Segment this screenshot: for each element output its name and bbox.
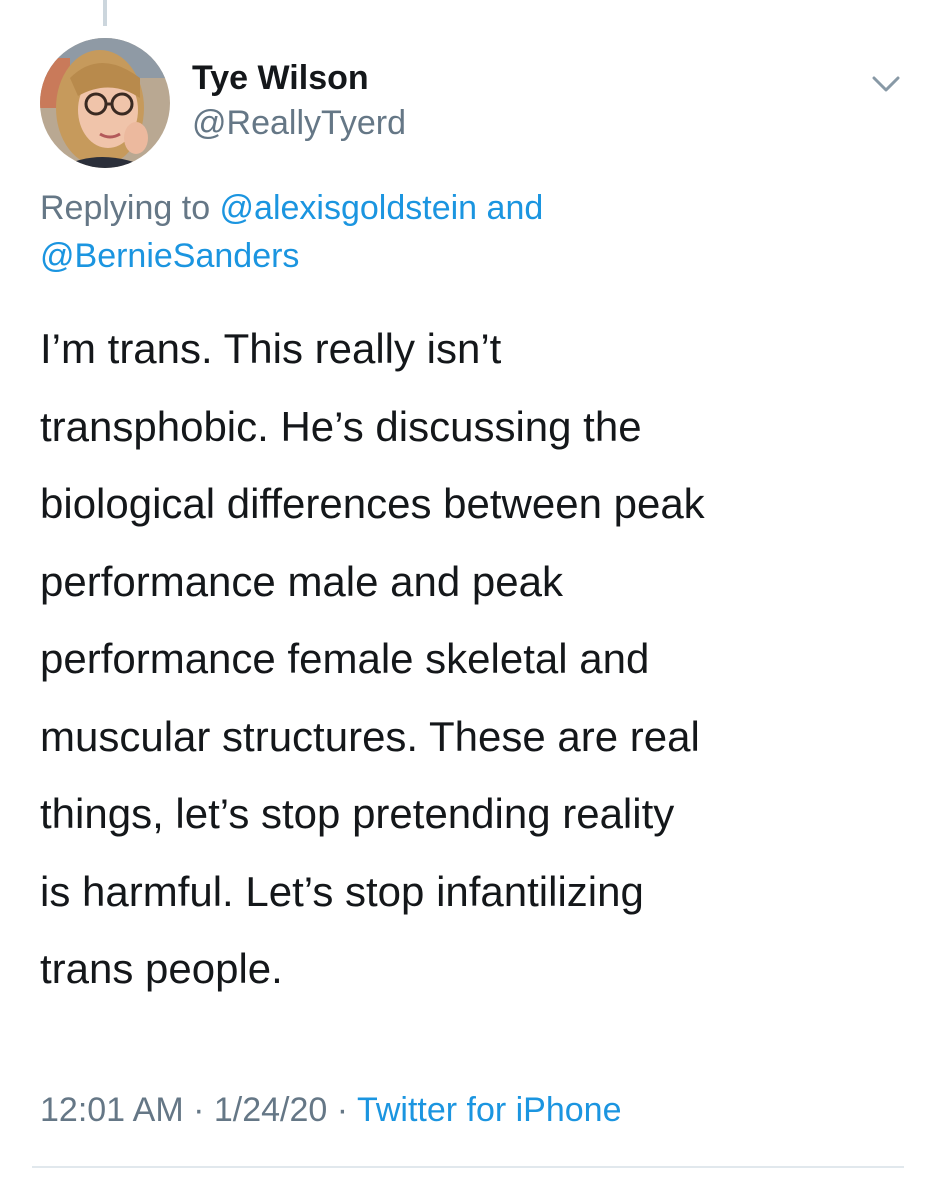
replying-connector: and (477, 189, 544, 227)
thread-connector-line (103, 0, 107, 26)
tweet-text-line: biological differences between peak (40, 480, 705, 527)
mention-link[interactable]: @BernieSanders (40, 237, 299, 275)
tweet-text-line: muscular structures. These are real (40, 712, 700, 760)
tweet-source-link[interactable]: Twitter for iPhone (357, 1091, 622, 1129)
chevron-down-icon[interactable] (864, 70, 908, 100)
author-display-name[interactable]: Tye Wilson (192, 58, 369, 98)
avatar-photo (40, 38, 170, 168)
replying-prefix: Replying to (40, 189, 220, 227)
tweet-text-line: transphobic. He’s discussing the (40, 402, 642, 450)
tweet-date[interactable]: 1/24/20 (214, 1091, 327, 1129)
avatar[interactable] (40, 38, 170, 168)
meta-separator: · (183, 1091, 214, 1129)
tweet-metadata: 12:01 AM · 1/24/20 · Twitter for iPhone (40, 1088, 622, 1132)
replying-to: Replying to @alexisgoldstein and @Bernie… (40, 184, 900, 280)
mention-link[interactable]: @alexisgoldstein (220, 189, 478, 227)
tweet-text-line: performance male and peak (40, 557, 563, 605)
tweet-text-line: performance female skeletal and (40, 635, 650, 682)
tweet-text-line: things, let’s stop pretending reality (40, 790, 675, 837)
divider (32, 1166, 904, 1168)
author-handle[interactable]: @ReallyTyerd (192, 103, 406, 143)
tweet-text-line: I’m trans. This really isn’t (40, 325, 502, 372)
meta-separator: · (327, 1091, 357, 1129)
tweet-text-line: is harmful. Let’s stop infantilizing (40, 867, 644, 915)
tweet-text: I’m trans. This really isn’t transphobic… (40, 310, 910, 1008)
tweet-time[interactable]: 12:01 AM (40, 1091, 184, 1129)
tweet-text-line: trans people. (40, 945, 283, 992)
